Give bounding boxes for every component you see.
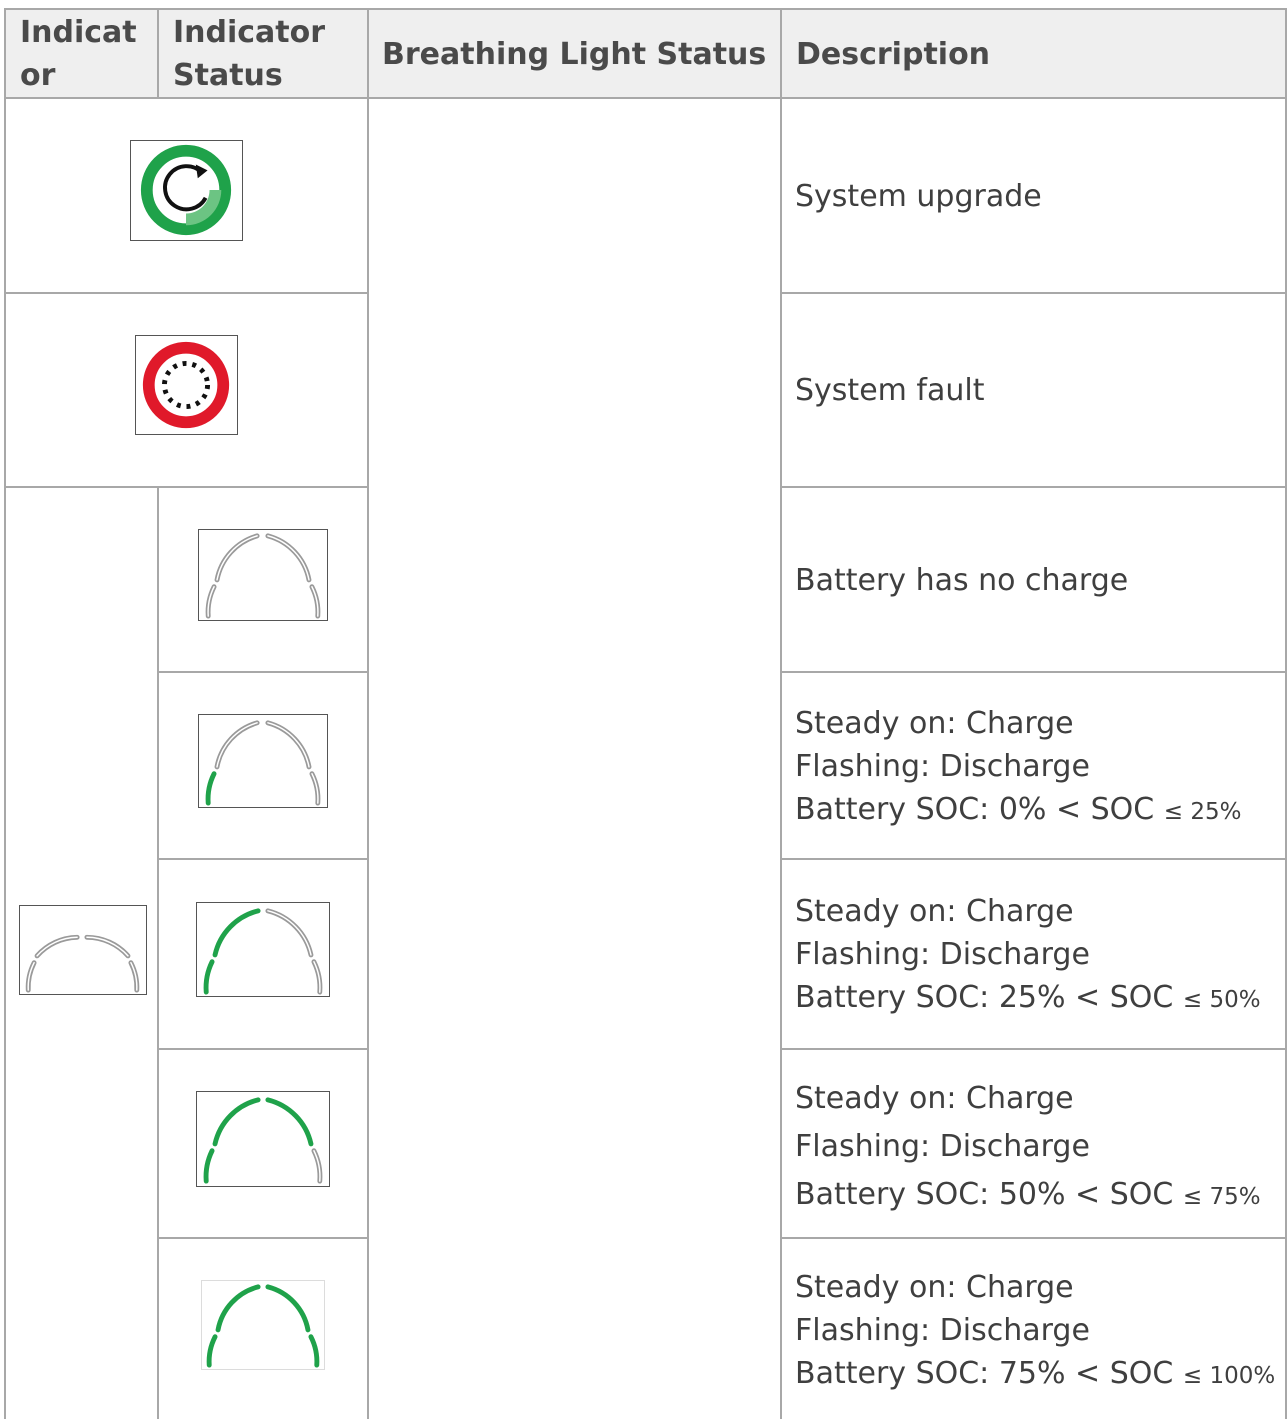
description-line: Battery SOC: 75% < SOC ≤ 100% (795, 1352, 1285, 1398)
description-line: Steady on: Charge (795, 894, 1074, 929)
description-line: Battery SOC: 25% < SOC ≤ 50% (795, 976, 1280, 1022)
header-indicator: Indicat or (20, 11, 155, 97)
description-line: Flashing: Discharge (795, 937, 1090, 972)
system-upgrade-icon (130, 140, 243, 241)
battery-arc-2-segments-icon (196, 902, 330, 997)
description-text: System upgrade (795, 179, 1042, 214)
soc-range-upper: ≤ 100% (1182, 1363, 1276, 1389)
header-indicator-line2: or (20, 58, 56, 93)
description-line: Battery SOC: 0% < SOC ≤ 25% (795, 788, 1280, 834)
row-description: Steady on: Charge Flashing: Discharge Ba… (795, 702, 1280, 834)
soc-range-upper: ≤ 50% (1182, 987, 1261, 1013)
header-breathing-light-status: Breathing Light Status (382, 11, 777, 97)
header-description-label: Description (796, 36, 991, 72)
description-line: Steady on: Charge (795, 706, 1074, 741)
row-description: Battery has no charge (795, 559, 1275, 602)
battery-arc-4-segments-icon (201, 1280, 325, 1370)
soc-range-upper: ≤ 75% (1182, 1184, 1261, 1210)
column-divider (780, 8, 782, 1419)
row-divider (781, 1237, 1287, 1239)
row-divider (781, 292, 1287, 294)
header-indicator-status-line2: Status (173, 58, 283, 93)
description-line: Steady on: Charge (795, 1081, 1074, 1116)
row-description: System fault (795, 369, 1275, 412)
battery-arc-3-segments-icon (196, 1091, 330, 1187)
soc-range-main: Battery SOC: 25% < SOC (795, 980, 1183, 1015)
soc-range-main: Battery SOC: 50% < SOC (795, 1177, 1183, 1212)
description-text: Battery has no charge (795, 563, 1129, 598)
description-line: Steady on: Charge (795, 1270, 1074, 1305)
row-divider (158, 1237, 368, 1239)
row-divider (158, 671, 368, 673)
table-border-left (4, 8, 6, 1419)
description-line: Flashing: Discharge (795, 1129, 1090, 1164)
row-divider (4, 292, 368, 294)
description-line: Flashing: Discharge (795, 1313, 1090, 1348)
description-line: Battery SOC: 50% < SOC ≤ 75% (795, 1171, 1280, 1221)
header-indicator-line1: Indicat (20, 15, 137, 50)
soc-range-upper: ≤ 25% (1163, 799, 1242, 825)
row-description: Steady on: Charge Flashing: Discharge Ba… (795, 1266, 1285, 1398)
row-divider (781, 858, 1287, 860)
battery-arc-indicator-icon (19, 905, 147, 995)
header-bottom-border (4, 97, 1287, 99)
row-description: Steady on: Charge Flashing: Discharge Ba… (795, 1075, 1280, 1221)
column-divider (157, 486, 159, 1419)
row-divider (158, 858, 368, 860)
row-divider (781, 1048, 1287, 1050)
description-text: System fault (795, 373, 985, 408)
header-indicator-status-line1: Indicator (173, 15, 326, 50)
system-fault-icon (135, 335, 238, 435)
soc-range-main: Battery SOC: 75% < SOC (795, 1356, 1183, 1391)
row-description: Steady on: Charge Flashing: Discharge Ba… (795, 890, 1280, 1022)
header-breathing-light-status-label: Breathing Light Status (382, 36, 767, 72)
header-indicator-status: Indicator Status (173, 11, 363, 97)
description-line: Flashing: Discharge (795, 749, 1090, 784)
soc-range-main: Battery SOC: 0% < SOC (795, 792, 1164, 827)
header-description: Description (796, 11, 1276, 97)
column-divider (367, 8, 369, 1419)
battery-arc-1-segment-icon (198, 714, 328, 808)
column-divider (157, 8, 159, 98)
row-description: System upgrade (795, 175, 1275, 218)
row-divider (4, 486, 368, 488)
battery-arc-empty-icon (198, 529, 328, 621)
table-border-top (4, 8, 1287, 10)
row-divider (781, 486, 1287, 488)
row-divider (781, 671, 1287, 673)
row-divider (158, 1048, 368, 1050)
